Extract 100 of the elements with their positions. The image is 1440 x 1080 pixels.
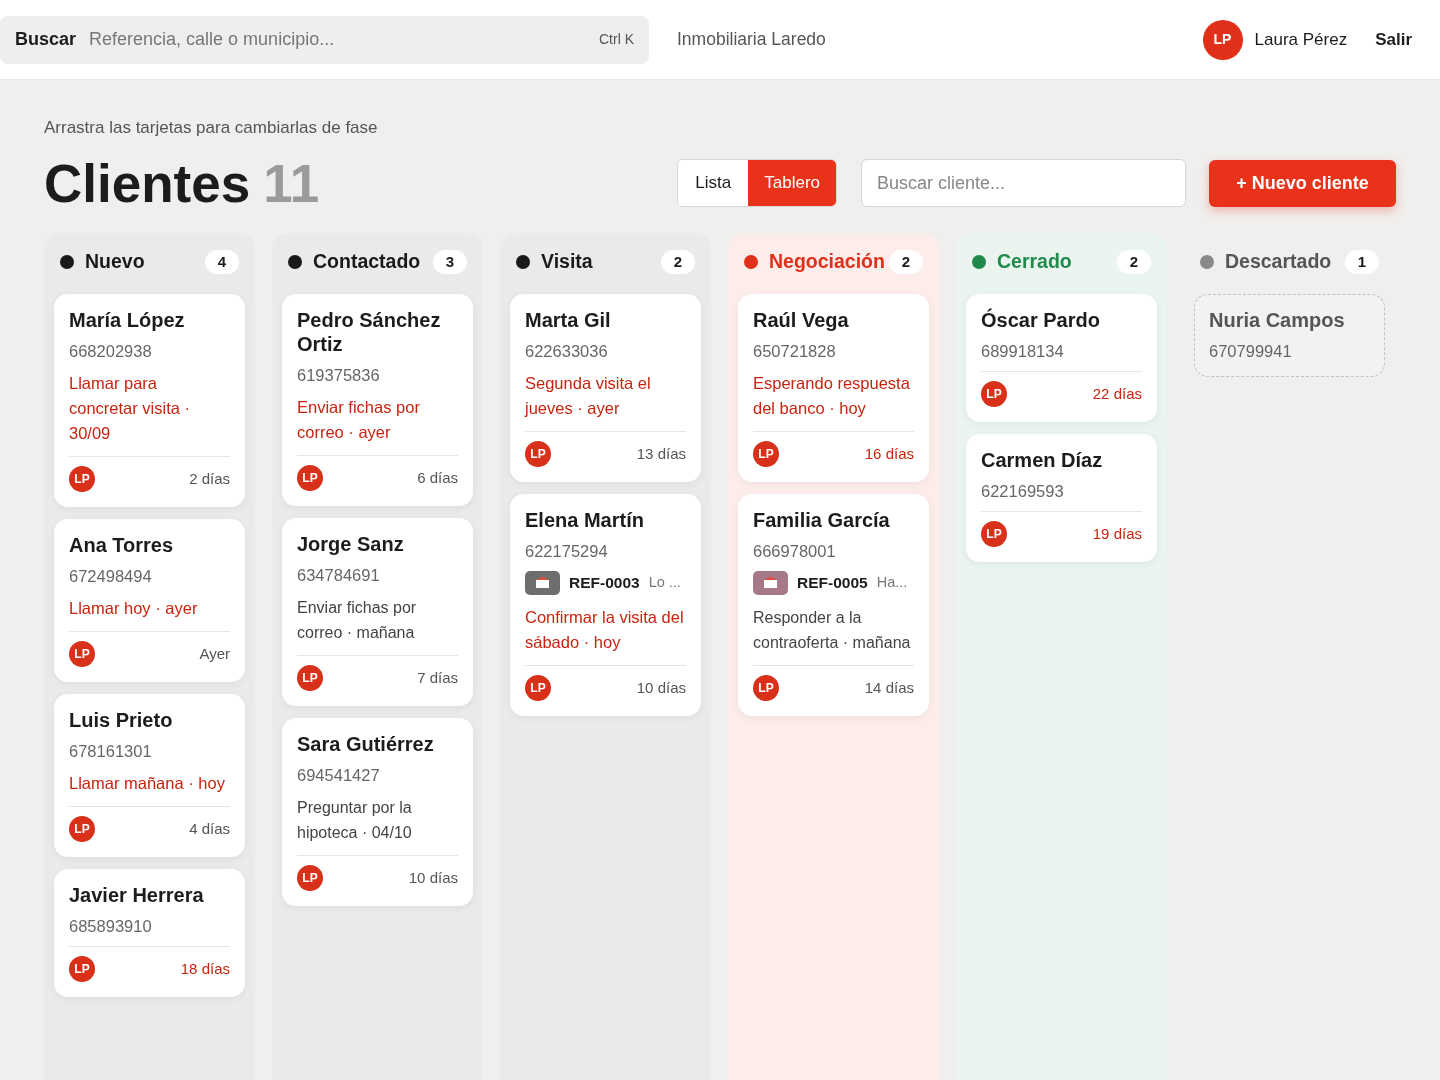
client-name: Jorge Sanz: [297, 532, 405, 556]
card-age: 6 días: [417, 467, 458, 488]
client-phone: 670799941: [1209, 341, 1293, 361]
card-count: 2: [661, 250, 695, 274]
column-title: Visita: [541, 249, 593, 275]
client-card[interactable]: Raúl Vega 650721828 Esperando respuesta del banco · hoy LP 16 días: [738, 294, 929, 482]
card-count: 1: [1345, 250, 1379, 274]
client-name: Carmen Díaz: [981, 448, 1104, 472]
card-count: 3: [433, 250, 467, 274]
page-subtitle: Arrastra las tarjetas para cambiarlas de fase: [44, 118, 379, 138]
client-name: Familia García: [753, 508, 891, 532]
client-phone: 689918134: [981, 341, 1065, 361]
owner-avatar: LP: [297, 865, 323, 891]
user-name: Laura Pérez: [1254, 28, 1348, 51]
client-card[interactable]: Familia García 666978001 REF-0005 Ha... Responder a la contraoferta · mañana LP 14 días: [738, 494, 929, 716]
client-name: Elena Martín: [525, 508, 645, 532]
card-age: 18 días: [180, 958, 230, 979]
client-search-field[interactable]: Buscar cliente...: [861, 159, 1186, 207]
client-card[interactable]: Elena Martín 622175294 REF-0003 Lo ... Confirmar la visita del sábado · hoy LP 10 días: [510, 494, 701, 716]
client-name: Marta Gil: [525, 308, 612, 332]
client-name: Pedro Sánchez Ortiz: [297, 308, 442, 356]
owner-avatar: LP: [69, 641, 95, 667]
card-age: 2 días: [189, 468, 230, 489]
client-name: Nuria Campos: [1209, 308, 1346, 332]
task-text: Segunda visita el jueves · ayer: [525, 373, 652, 419]
logout-button[interactable]: Salir: [1375, 26, 1412, 53]
client-card[interactable]: Marta Gil 622633036 Segunda visita el jueves · ayer LP 13 días: [510, 294, 701, 482]
shortcut-hint: Ctrl K: [599, 30, 634, 49]
client-phone: 672498494: [69, 566, 153, 586]
client-card[interactable]: Jorge Sanz 634784691 Enviar fichas por correo · mañana LP 7 días: [282, 518, 473, 706]
client-count: 11: [263, 156, 320, 210]
owner-avatar: LP: [525, 441, 551, 467]
owner-avatar: LP: [69, 466, 95, 492]
owner-avatar: LP: [753, 441, 779, 467]
card-age: 4 días: [189, 818, 230, 839]
search-input[interactable]: Referencia, calle o municipio...: [89, 26, 586, 53]
task-text: Confirmar la visita del sábado · hoy: [525, 607, 685, 653]
client-card[interactable]: María López 668202938 Llamar para concretar visita · 30/09 LP 2 días: [54, 294, 245, 507]
card-age: 19 días: [1092, 523, 1142, 544]
client-card[interactable]: Sara Gutiérrez 694541427 Preguntar por la hipoteca · 04/10 LP 10 días: [282, 718, 473, 906]
owner-avatar: LP: [69, 816, 95, 842]
task-text: Llamar hoy · ayer: [69, 598, 199, 619]
client-card[interactable]: Nuria Campos 670799941: [1194, 294, 1385, 377]
client-name: Ana Torres: [69, 533, 175, 557]
column-title: Negociación: [769, 249, 885, 275]
column-title: Descartado: [1225, 249, 1332, 275]
client-card[interactable]: Ana Torres 672498494 Llamar hoy · ayer LP Ayer: [54, 519, 245, 682]
task-text: Esperando respuesta del banco · hoy: [753, 373, 911, 419]
search-bar[interactable]: Buscar Referencia, calle o municipio... Ctrl K: [0, 15, 649, 64]
card-count: 4: [205, 250, 239, 274]
client-phone: 678161301: [69, 741, 153, 761]
task-text: Llamar mañana · hoy: [69, 773, 226, 794]
client-phone: 622169593: [981, 481, 1065, 501]
card-age: 10 días: [636, 677, 686, 698]
task-text: Preguntar por la hipoteca · 04/10: [297, 798, 413, 843]
client-phone: 634784691: [297, 565, 381, 585]
client-card[interactable]: Óscar Pardo 689918134 LP 22 días: [966, 294, 1157, 422]
client-card[interactable]: Pedro Sánchez Ortiz 619375836 Enviar fichas por correo · ayer LP 6 días: [282, 294, 473, 506]
owner-avatar: LP: [753, 675, 779, 701]
card-count: 2: [889, 250, 923, 274]
client-name: Javier Herrera: [69, 883, 205, 907]
owner-avatar: LP: [525, 675, 551, 701]
search-label: Buscar: [15, 28, 77, 51]
column-title: Contactado: [313, 249, 421, 275]
page-title: Clientes: [44, 156, 251, 210]
client-name: María López: [69, 308, 186, 332]
view-tab[interactable]: Tablero: [748, 160, 836, 206]
client-phone: 668202938: [69, 341, 153, 361]
client-name: Luis Prieto: [69, 708, 174, 732]
client-phone: 685893910: [69, 916, 153, 936]
new-client-button[interactable]: + Nuevo cliente: [1209, 159, 1396, 207]
owner-avatar: LP: [69, 956, 95, 982]
owner-avatar: LP: [981, 521, 1007, 547]
property-ref: REF-0003: [569, 573, 640, 594]
company-name: Inmobiliaria Laredo: [677, 28, 826, 52]
property-note: Lo ...: [648, 573, 681, 593]
client-name: Óscar Pardo: [981, 308, 1101, 332]
task-text: Enviar fichas por correo · mañana: [297, 598, 418, 643]
client-card[interactable]: Carmen Díaz 622169593 LP 19 días: [966, 434, 1157, 562]
property-ref: REF-0005: [797, 573, 868, 594]
card-age: 7 días: [417, 667, 458, 688]
property-note: Ha...: [876, 573, 908, 593]
owner-avatar: LP: [297, 465, 323, 491]
card-age: 14 días: [864, 677, 914, 698]
task-text: Llamar para concretar visita · 30/09: [69, 373, 192, 444]
card-age: 16 días: [864, 443, 914, 464]
task-text: Responder a la contraoferta · mañana: [753, 608, 912, 653]
card-age: Ayer: [199, 643, 230, 664]
card-age: 22 días: [1092, 383, 1142, 404]
client-phone: 622175294: [525, 541, 609, 561]
client-phone: 694541427: [297, 765, 381, 785]
client-name: Raúl Vega: [753, 308, 850, 332]
card-age: 13 días: [636, 443, 686, 464]
card-age: 10 días: [408, 867, 458, 888]
client-card[interactable]: Javier Herrera 685893910 LP 18 días: [54, 869, 245, 997]
user-avatar[interactable]: LP: [1202, 19, 1243, 60]
column-title: Nuevo: [85, 249, 145, 275]
client-card[interactable]: Luis Prieto 678161301 Llamar mañana · hoy LP 4 días: [54, 694, 245, 857]
client-phone: 619375836: [297, 365, 381, 385]
client-phone: 666978001: [753, 541, 837, 561]
